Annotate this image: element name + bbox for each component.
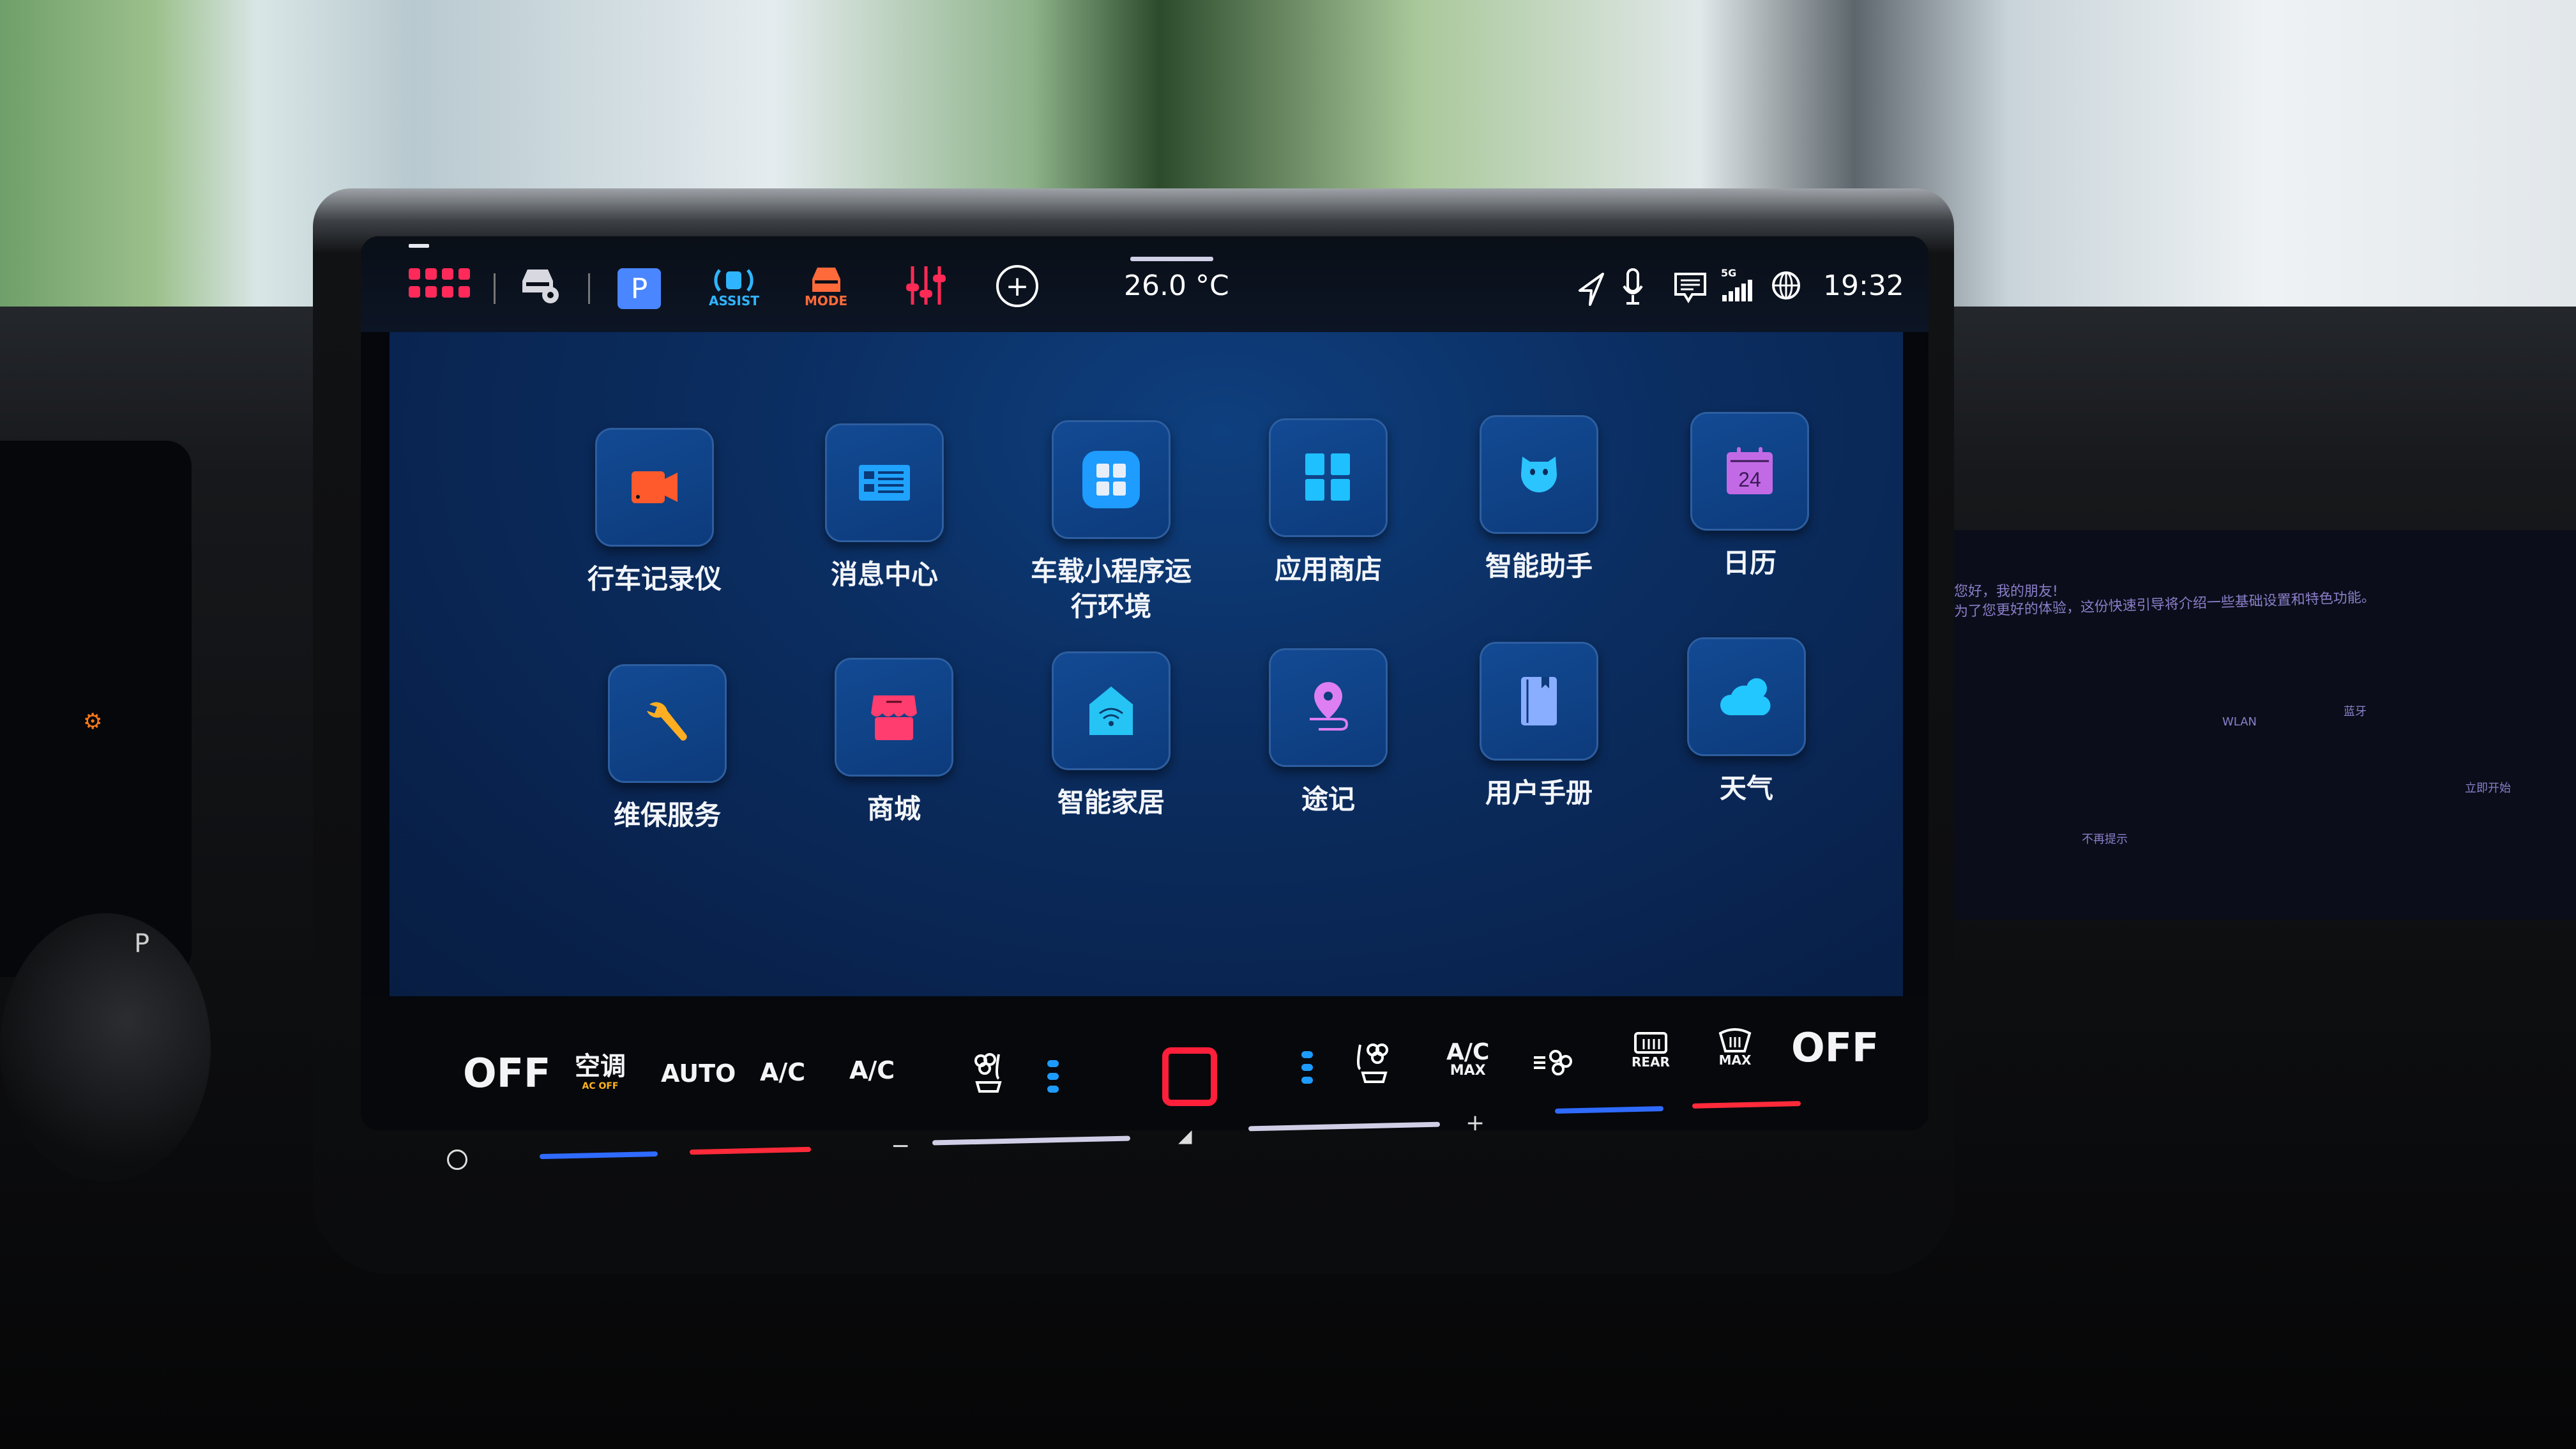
add-icon: + [1005,269,1029,303]
app-weather[interactable]: 天气 [1651,637,1842,807]
dismiss-button[interactable]: 不再提示 [2082,830,2128,847]
cellular-status: 5G [1721,268,1755,301]
app-mall[interactable]: 商城 [798,658,990,827]
assist-icon [714,269,754,292]
drive-mode-icon [812,268,840,292]
fan-speed-button[interactable] [1533,1047,1573,1079]
svg-text:24: 24 [1738,468,1761,491]
car-settings-icon [522,269,559,303]
volume-indicator-icon: ◢ [1178,1125,1192,1146]
volume-up-button[interactable]: + [1466,1110,1485,1136]
divider [588,273,590,304]
route-pin-icon [1310,682,1349,731]
rear-defrost-button[interactable]: REAR [1632,1031,1670,1068]
temperature-readout[interactable]: 26.0 °C [1124,269,1229,302]
assistant-icon [1521,457,1557,492]
parking-icon: P [630,272,648,305]
volume-down-button[interactable]: − [891,1133,910,1159]
gear-selector: P [0,913,211,1181]
app-store[interactable]: 应用商店 [1232,418,1424,588]
fan-icon [1534,1050,1572,1075]
navigation-status [1577,271,1605,307]
passenger-display: 您好，我的朋友! 为了您更好的体验，这份快速引导将介绍一些基础设置和特色功能。 … [1954,530,2576,920]
manual-icon [1521,677,1557,725]
volume-slider-right[interactable] [1248,1121,1441,1132]
status-bar: P ASSIST MODE + 26.0 °C 5G 19:32 [361,236,1928,332]
clock: 19:32 [1823,269,1904,302]
car-settings-button[interactable] [517,262,562,307]
app-message-center[interactable]: 消息中心 [789,423,980,593]
wlan-option[interactable]: WLAN [2222,715,2257,729]
app-assistant[interactable]: 智能助手 [1443,415,1635,584]
engine-warning-icon: ⚙ [83,709,103,734]
temperature-drag-handle[interactable] [1130,257,1213,261]
store-icon [871,695,917,740]
app-store-icon [1305,453,1350,501]
front-defrost-icon [1718,1028,1752,1052]
add-widget-button[interactable]: + [996,265,1038,307]
microphone-icon [1623,268,1643,305]
voice-button[interactable] [1620,268,1646,307]
parking-button[interactable]: P [617,268,661,309]
drive-mode-button[interactable]: MODE [805,265,847,308]
app-maintenance[interactable]: 维保服务 [572,664,763,833]
right-climate-off-button[interactable]: OFF [1791,1028,1879,1068]
weather-icon [1720,678,1771,715]
app-smart-home[interactable]: 智能家居 [1015,651,1207,821]
message-center-icon [859,465,910,501]
signal-5g-icon [1722,280,1752,301]
power-button[interactable] [447,1149,467,1170]
mini-program-icon [1082,451,1140,508]
app-calendar[interactable]: 24 日历 [1654,412,1845,581]
right-warm-slider[interactable] [1692,1101,1801,1109]
app-mini-program[interactable]: 车载小程序运行环境 [1003,420,1220,624]
equalizer-icon [906,266,946,305]
globe-icon [1772,271,1800,300]
app-user-manual[interactable]: 用户手册 [1443,642,1635,811]
ac-max-button[interactable]: A/C MAX [1446,1041,1489,1078]
infotainment-screen: P ASSIST MODE + 26.0 °C 5G 19:32 行车记录仪 消… [361,236,1928,1130]
temperature-slider-bar: − ◢ + [383,1079,1916,1181]
divider [494,273,496,304]
equalizer-button[interactable] [904,263,948,308]
smart-home-icon [1089,687,1133,735]
wrench-icon [647,702,687,741]
drag-indicator[interactable] [409,244,429,248]
left-warm-slider[interactable] [689,1146,812,1155]
volume-slider-left[interactable] [932,1135,1131,1146]
start-button[interactable]: 立即开始 [2465,779,2511,796]
bluetooth-option[interactable]: 蓝牙 [2344,702,2367,719]
app-grid-button[interactable] [409,268,473,300]
app-launcher: 行车记录仪 消息中心 车载小程序运行环境 应用商店 智能助手 24 日历 维保服… [390,332,1903,1061]
messages-button[interactable] [1673,271,1709,305]
calendar-icon: 24 [1727,447,1773,494]
assist-button[interactable]: ASSIST [709,265,759,308]
navigation-icon [1579,273,1604,306]
message-icon [1674,273,1706,303]
app-trip-log[interactable]: 途记 [1232,648,1424,817]
left-cool-slider[interactable] [539,1151,658,1160]
app-dashcam[interactable]: 行车记录仪 [559,428,750,597]
front-defrost-max-button[interactable]: MAX [1718,1028,1752,1066]
dashcam-icon [632,471,678,503]
right-cool-slider[interactable] [1554,1106,1664,1114]
app-grid-icon [409,268,470,298]
rear-defrost-icon [1633,1032,1667,1054]
network-status [1770,269,1802,301]
